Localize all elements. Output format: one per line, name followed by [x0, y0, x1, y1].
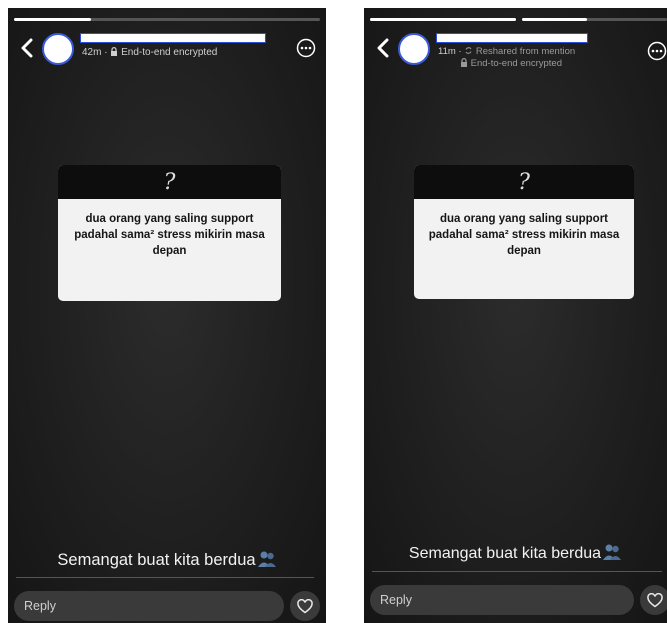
- avatar[interactable]: [398, 33, 430, 65]
- reply-placeholder: Reply: [380, 593, 412, 607]
- caption-text: Semangat buat kita berdua: [408, 545, 602, 562]
- heart-icon: [297, 598, 313, 613]
- like-button[interactable]: [640, 585, 667, 615]
- story-header: 11m · Reshared from mention End-to-end e…: [364, 32, 667, 69]
- lock-icon: [111, 47, 118, 56]
- heart-icon: [647, 592, 663, 607]
- question-sticker: ? dua orang yang saling support padahal …: [414, 165, 634, 299]
- reply-input[interactable]: Reply: [370, 585, 634, 615]
- chevron-left-icon[interactable]: [374, 36, 392, 60]
- story-caption: Semangat buat kita berdua: [8, 550, 326, 570]
- question-sticker-header: ?: [58, 165, 281, 199]
- progress-fill-segment-2: [522, 18, 588, 21]
- lock-icon: [461, 58, 467, 67]
- story-time: 11m: [438, 46, 456, 57]
- progress-fill: [370, 18, 516, 21]
- question-mark: ?: [518, 169, 530, 195]
- question-text: dua orang yang saling support padahal sa…: [74, 213, 265, 257]
- story-meta: 42m · End-to-end encrypted: [82, 47, 217, 58]
- more-options-icon[interactable]: [647, 41, 667, 61]
- progress-fill: [14, 18, 91, 21]
- progress-bar-segment-2: [522, 18, 667, 21]
- meta-separator: ·: [104, 47, 108, 58]
- people-emoji-icon: [603, 544, 622, 560]
- story-panel-left: 42m · End-to-end encrypted ? dua orang y…: [8, 8, 326, 623]
- username-redacted: [80, 33, 266, 43]
- story-panel-right: 11m · Reshared from mention End-to-end e…: [364, 8, 667, 623]
- people-emoji-icon: [257, 551, 276, 567]
- reshare-icon: [465, 47, 472, 54]
- question-sticker-header: ?: [414, 165, 634, 199]
- like-button[interactable]: [290, 591, 320, 621]
- more-options-icon[interactable]: [296, 38, 316, 58]
- divider: [372, 571, 662, 572]
- meta-separator: ·: [458, 46, 462, 57]
- caption-text: Semangat buat kita berdua: [57, 551, 256, 569]
- story-meta: 11m · Reshared from mention: [438, 46, 575, 57]
- story-time: 42m: [82, 47, 102, 58]
- chevron-left-icon[interactable]: [18, 36, 36, 60]
- question-text: dua orang yang saling support padahal sa…: [428, 213, 620, 257]
- reply-placeholder: Reply: [24, 599, 56, 613]
- story-caption: Semangat buat kita berdua: [364, 543, 667, 563]
- reply-input[interactable]: Reply: [14, 591, 284, 621]
- avatar[interactable]: [42, 33, 74, 65]
- question-mark: ?: [163, 169, 176, 195]
- encryption-label: End-to-end encrypted: [121, 47, 218, 58]
- reshare-label: Reshared from mention: [475, 46, 576, 57]
- username-redacted: [436, 33, 588, 43]
- story-meta-line-2: End-to-end encrypted: [460, 58, 562, 69]
- story-header: 42m · End-to-end encrypted: [8, 32, 326, 68]
- progress-bar: [370, 18, 516, 21]
- question-sticker: ? dua orang yang saling support padahal …: [58, 165, 281, 301]
- divider: [16, 577, 314, 578]
- encryption-label: End-to-end encrypted: [470, 58, 563, 69]
- progress-bar: [14, 18, 320, 21]
